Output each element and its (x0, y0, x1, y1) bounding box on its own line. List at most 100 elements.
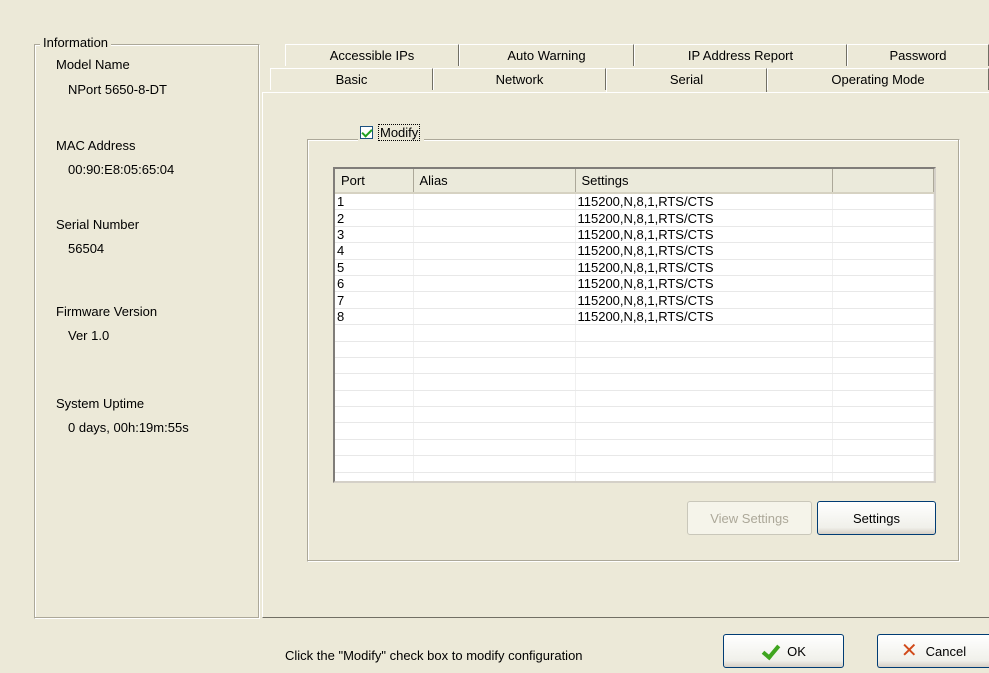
table-row[interactable] (335, 324, 934, 342)
table-row[interactable] (335, 422, 934, 440)
cell-alias (413, 390, 576, 408)
cell-extra (832, 406, 934, 424)
serial-ports-table[interactable]: Port Alias Settings 1 115200,N,8,1,RTS/CT… (333, 167, 936, 483)
cell-alias (413, 455, 576, 473)
status-text: Click the "Modify" check box to modify c… (285, 648, 583, 663)
cell-alias (413, 406, 576, 424)
system-uptime-label: System Uptime (56, 396, 145, 411)
cell-port (335, 455, 414, 473)
cell-extra (832, 291, 934, 309)
cell-port: 7 (335, 291, 414, 309)
table-row[interactable] (335, 472, 934, 481)
cell-extra (832, 308, 934, 326)
cell-settings (575, 357, 833, 375)
column-header-extra[interactable] (832, 169, 934, 194)
cell-port (335, 406, 414, 424)
cancel-label: Cancel (925, 643, 967, 659)
ok-label: OK (787, 643, 806, 659)
table-row[interactable]: 3 115200,N,8,1,RTS/CTS (335, 226, 934, 244)
cell-port: 2 (335, 209, 414, 227)
cell-settings: 115200,N,8,1,RTS/CTS (575, 242, 833, 260)
column-header-settings[interactable]: Settings (575, 169, 833, 194)
tab-serial[interactable]: Serial (606, 68, 767, 92)
mac-address-value: 00:90:E8:05:65:04 (68, 162, 175, 177)
table-row[interactable]: 4 115200,N,8,1,RTS/CTS (335, 242, 934, 260)
cell-port (335, 341, 414, 358)
column-header-port[interactable]: Port (335, 169, 414, 194)
cell-port: 5 (335, 259, 414, 276)
tab-auto-warning[interactable]: Auto Warning (459, 44, 634, 66)
cell-extra (832, 226, 934, 244)
cell-extra (832, 209, 934, 227)
cell-extra (832, 242, 934, 260)
cell-port (335, 373, 414, 391)
firmware-version-value: Ver 1.0 (68, 328, 110, 343)
cell-extra (832, 259, 934, 276)
modify-checkbox[interactable] (360, 125, 373, 139)
view-settings-button[interactable]: View Settings (687, 501, 812, 535)
tab-basic[interactable]: Basic (270, 68, 433, 90)
column-header-alias[interactable]: Alias (413, 169, 576, 194)
cell-settings: 115200,N,8,1,RTS/CTS (575, 226, 833, 244)
cell-port: 4 (335, 242, 414, 260)
cell-port (335, 439, 414, 457)
cell-port: 6 (335, 275, 414, 293)
tab-operating-mode[interactable]: Operating Mode (767, 68, 989, 90)
table-row[interactable] (335, 439, 934, 457)
table-row[interactable]: 2 115200,N,8,1,RTS/CTS (335, 209, 934, 227)
cell-port (335, 472, 414, 481)
cancel-button[interactable]: ✕ Cancel (877, 634, 989, 668)
cell-port: 8 (335, 308, 414, 326)
table-row[interactable] (335, 406, 934, 424)
cell-alias (413, 439, 576, 457)
settings-label: Settings (853, 510, 900, 526)
table-row[interactable]: 1 115200,N,8,1,RTS/CTS (335, 193, 934, 211)
cell-settings (575, 341, 833, 358)
cell-alias (413, 242, 576, 260)
cell-alias (413, 275, 576, 293)
table-row[interactable] (335, 390, 934, 408)
cell-port: 3 (335, 226, 414, 244)
table-row[interactable]: 5 115200,N,8,1,RTS/CTS (335, 259, 934, 276)
ok-button[interactable]: OK (723, 634, 844, 668)
table-row[interactable] (335, 455, 934, 473)
cell-port (335, 390, 414, 408)
cell-settings: 115200,N,8,1,RTS/CTS (575, 259, 833, 276)
cell-alias (413, 193, 576, 211)
table-row[interactable] (335, 341, 934, 358)
cell-settings (575, 455, 833, 473)
cell-extra (832, 373, 934, 391)
cell-alias (413, 341, 576, 358)
modify-label[interactable]: Modify (378, 123, 421, 141)
tab-ip-address-report[interactable]: IP Address Report (634, 44, 847, 66)
table-row[interactable]: 7 115200,N,8,1,RTS/CTS (335, 291, 934, 309)
cell-port (335, 324, 414, 342)
settings-button[interactable]: Settings (817, 501, 936, 535)
cell-extra (832, 357, 934, 375)
cell-alias (413, 324, 576, 342)
table-row[interactable] (335, 373, 934, 391)
cell-alias (413, 209, 576, 227)
model-name-value: NPort 5650-8-DT (68, 82, 167, 97)
cancel-x-icon: ✕ (900, 640, 918, 662)
cell-alias (413, 226, 576, 244)
checkmark-icon (761, 644, 779, 658)
table-row[interactable]: 6 115200,N,8,1,RTS/CTS (335, 275, 934, 293)
tab-password[interactable]: Password (847, 44, 989, 66)
table-row[interactable]: 8 115200,N,8,1,RTS/CTS (335, 308, 934, 326)
cell-extra (832, 472, 934, 481)
cell-extra (832, 422, 934, 440)
tab-accessible-ips[interactable]: Accessible IPs (285, 44, 459, 66)
cell-port (335, 422, 414, 440)
cell-alias (413, 357, 576, 375)
cell-port (335, 357, 414, 375)
tab-network[interactable]: Network (433, 68, 606, 90)
cell-extra (832, 341, 934, 358)
cell-settings (575, 472, 833, 481)
cell-alias (413, 472, 576, 481)
cell-extra (832, 439, 934, 457)
modify-legend: Modify (358, 122, 425, 142)
cell-extra (832, 324, 934, 342)
cell-alias (413, 373, 576, 391)
table-row[interactable] (335, 357, 934, 375)
